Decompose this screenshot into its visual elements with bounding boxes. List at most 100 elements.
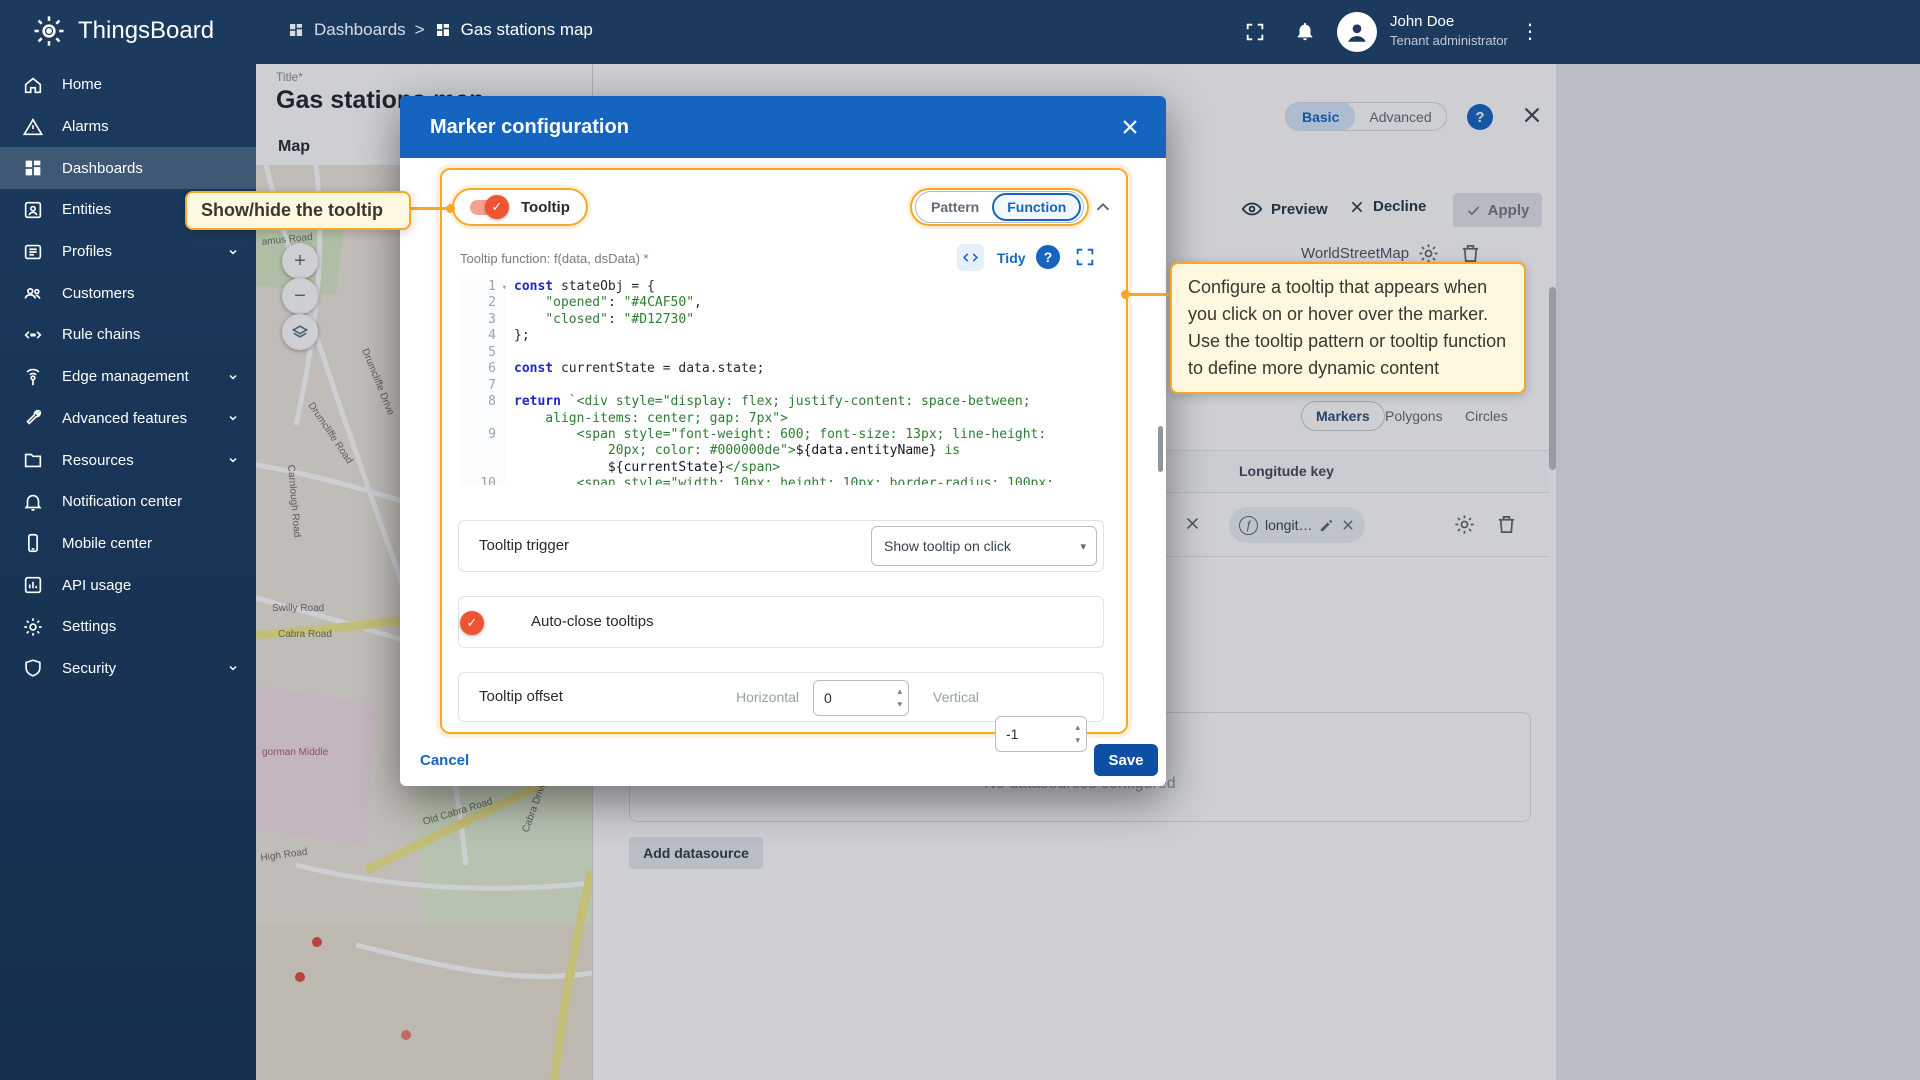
chevron-down-icon: [224, 659, 242, 677]
sidebar-item-alarms[interactable]: Alarms: [0, 106, 256, 148]
gear-icon: [22, 616, 44, 638]
sidebar-item-label: Settings: [62, 618, 117, 636]
user-name: John Doe: [1390, 13, 1455, 30]
sidebar-item-label: Advanced features: [62, 409, 188, 427]
collapse-chevron-up-icon[interactable]: [1092, 197, 1114, 219]
callout-connector-dot: [1121, 290, 1130, 299]
function-option[interactable]: Function: [992, 193, 1082, 221]
cancel-button[interactable]: Cancel: [420, 752, 469, 769]
callout-text: Show/hide the tooltip: [201, 200, 383, 220]
code-line: 4};: [460, 328, 1103, 345]
folder-icon: [22, 449, 44, 471]
toggle-check-icon: ✓: [460, 611, 484, 635]
callout-show-hide-tooltip: Show/hide the tooltip: [185, 191, 411, 230]
kebab-menu-icon[interactable]: ⋮: [1520, 19, 1540, 44]
tooltip-trigger-row: Tooltip trigger Show tooltip on click ▾: [458, 520, 1104, 572]
code-line: 20px; color: #000000de">${data.entityNam…: [460, 443, 1103, 460]
tooltip-toggle[interactable]: ✓: [470, 194, 509, 219]
badge-icon: [22, 241, 44, 263]
dialog-scrollbar[interactable]: [1158, 426, 1163, 472]
notifications-bell-icon[interactable]: [1294, 20, 1316, 42]
question-mark-glyph: ?: [1043, 249, 1053, 265]
code-line: 2 "opened": "#4CAF50",: [460, 295, 1103, 312]
code-editor[interactable]: 1 ▾ const stateObj = {2 "opened": "#4CAF50…: [460, 279, 1103, 485]
avatar[interactable]: [1337, 12, 1377, 52]
code-toggle-icon[interactable]: [957, 244, 984, 271]
sidebar-item-security[interactable]: Security: [0, 648, 256, 690]
pattern-function-highlight: Pattern Function: [910, 188, 1090, 226]
sidebar-item-label: Security: [62, 659, 117, 677]
tooltip-trigger-select[interactable]: Show tooltip on click ▾: [871, 526, 1097, 566]
smartphone-icon: [22, 532, 44, 554]
code-line: 9 <span style="font-weight: 600; font-si…: [460, 426, 1103, 444]
sidebar-item-profiles[interactable]: Profiles: [0, 231, 256, 273]
sidebar-item-label: Dashboards: [62, 159, 143, 177]
tooltip-trigger-label: Tooltip trigger: [479, 537, 570, 554]
sidebar-item-label: Notification center: [62, 493, 183, 511]
sidebar-item-label: Alarms: [62, 118, 109, 136]
save-button[interactable]: Save: [1094, 744, 1158, 776]
marker-configuration-dialog: Marker configuration ✓ Tooltip Pattern F…: [400, 96, 1166, 786]
brand-block[interactable]: ThingsBoard: [30, 12, 214, 50]
offset-vertical-input[interactable]: ▴▾: [995, 716, 1087, 752]
warning-icon: [22, 116, 44, 138]
sidebar-item-advanced-features[interactable]: Advanced features: [0, 398, 256, 440]
sidebar-item-dashboards[interactable]: Dashboards: [0, 147, 256, 190]
editor-help-icon[interactable]: ?: [1036, 245, 1060, 269]
stepper-arrows-icon[interactable]: ▴ ▾: [1075, 721, 1080, 747]
sidebar-item-rule-chains[interactable]: Rule chains: [0, 314, 256, 356]
pattern-function-toggle: Pattern Function: [915, 191, 1085, 223]
code-line: 6 const currentState = data.state;: [460, 361, 1103, 378]
fullscreen-icon[interactable]: [1244, 21, 1266, 43]
stepper-arrows-icon[interactable]: ▴ ▾: [897, 685, 902, 711]
sidebar-item-label: Home: [62, 76, 103, 94]
sidebar-item-notification-center[interactable]: Notification center: [0, 481, 256, 523]
sidebar-item-resources[interactable]: Resources: [0, 439, 256, 481]
offset-horizontal-value[interactable]: [814, 681, 908, 715]
offset-horizontal-input[interactable]: ▴▾: [813, 680, 909, 716]
tooltip-toggle-label: Tooltip: [521, 198, 570, 216]
breadcrumb-separator: >: [414, 20, 425, 39]
callout-connector-dot: [446, 204, 455, 213]
tidy-button[interactable]: Tidy: [997, 250, 1026, 266]
toggle-check-icon: ✓: [485, 194, 509, 219]
screen: ThingsBoard Dashboards > Gas stations ma…: [0, 0, 1920, 1080]
pattern-option[interactable]: Pattern: [918, 199, 992, 215]
sidebar-item-label: Resources: [62, 451, 134, 469]
dashboard-item-icon: [434, 21, 452, 39]
chevron-down-icon: [224, 243, 242, 261]
tooltip-offset-row: Tooltip offset Horizontal ▴▾ Vertical ▴▾: [458, 672, 1104, 752]
caret-down-icon: ▾: [1080, 540, 1086, 553]
sidebar-item-edge-management[interactable]: Edge management: [0, 356, 256, 398]
trigger-select-value: Show tooltip on click: [884, 538, 1011, 554]
code-line: 3 "closed": "#D12730": [460, 311, 1103, 329]
offset-vertical-value[interactable]: [996, 717, 1086, 751]
user-icon: [1348, 24, 1366, 42]
grid-icon: [22, 157, 44, 179]
code-line: align-items: center; gap: 7px">: [460, 410, 1103, 427]
code-line: 1 ▾ const stateObj = {: [460, 279, 1103, 296]
autoclose-row: ✓ Auto-close tooltips: [458, 596, 1104, 648]
sidebar-item-label: Edge management: [62, 368, 189, 386]
save-label: Save: [1108, 751, 1144, 769]
sidebar-item-settings[interactable]: Settings: [0, 606, 256, 648]
code-lines: 1 ▾ const stateObj = {2 "opened": "#4CAF50…: [460, 279, 1103, 485]
tooltip-function-label: Tooltip function: f(data, dsData) *: [460, 251, 649, 266]
sidebar-item-customers[interactable]: Customers: [0, 272, 256, 314]
offset-vertical-label: Vertical: [933, 689, 979, 705]
entity-icon: [22, 199, 44, 221]
chevron-down-icon: [224, 409, 242, 427]
editor-fullscreen-icon[interactable]: [1074, 246, 1096, 268]
code-line: ${currentState}</span>: [460, 459, 1103, 477]
dialog-close-icon[interactable]: [1118, 115, 1142, 139]
chevron-down-icon: [224, 368, 242, 386]
breadcrumb: Dashboards > Gas stations map: [287, 20, 593, 40]
bell-outline-icon: [22, 491, 44, 513]
breadcrumb-root[interactable]: Dashboards: [314, 20, 406, 40]
user-role: Tenant administrator: [1390, 33, 1508, 48]
sidebar-item-api-usage[interactable]: API usage: [0, 564, 256, 606]
dialog-header: Marker configuration: [400, 96, 1166, 158]
sidebar-item-home[interactable]: Home: [0, 64, 256, 106]
sidebar-item-mobile-center[interactable]: Mobile center: [0, 523, 256, 565]
sidebar-item-label: Mobile center: [62, 534, 153, 552]
